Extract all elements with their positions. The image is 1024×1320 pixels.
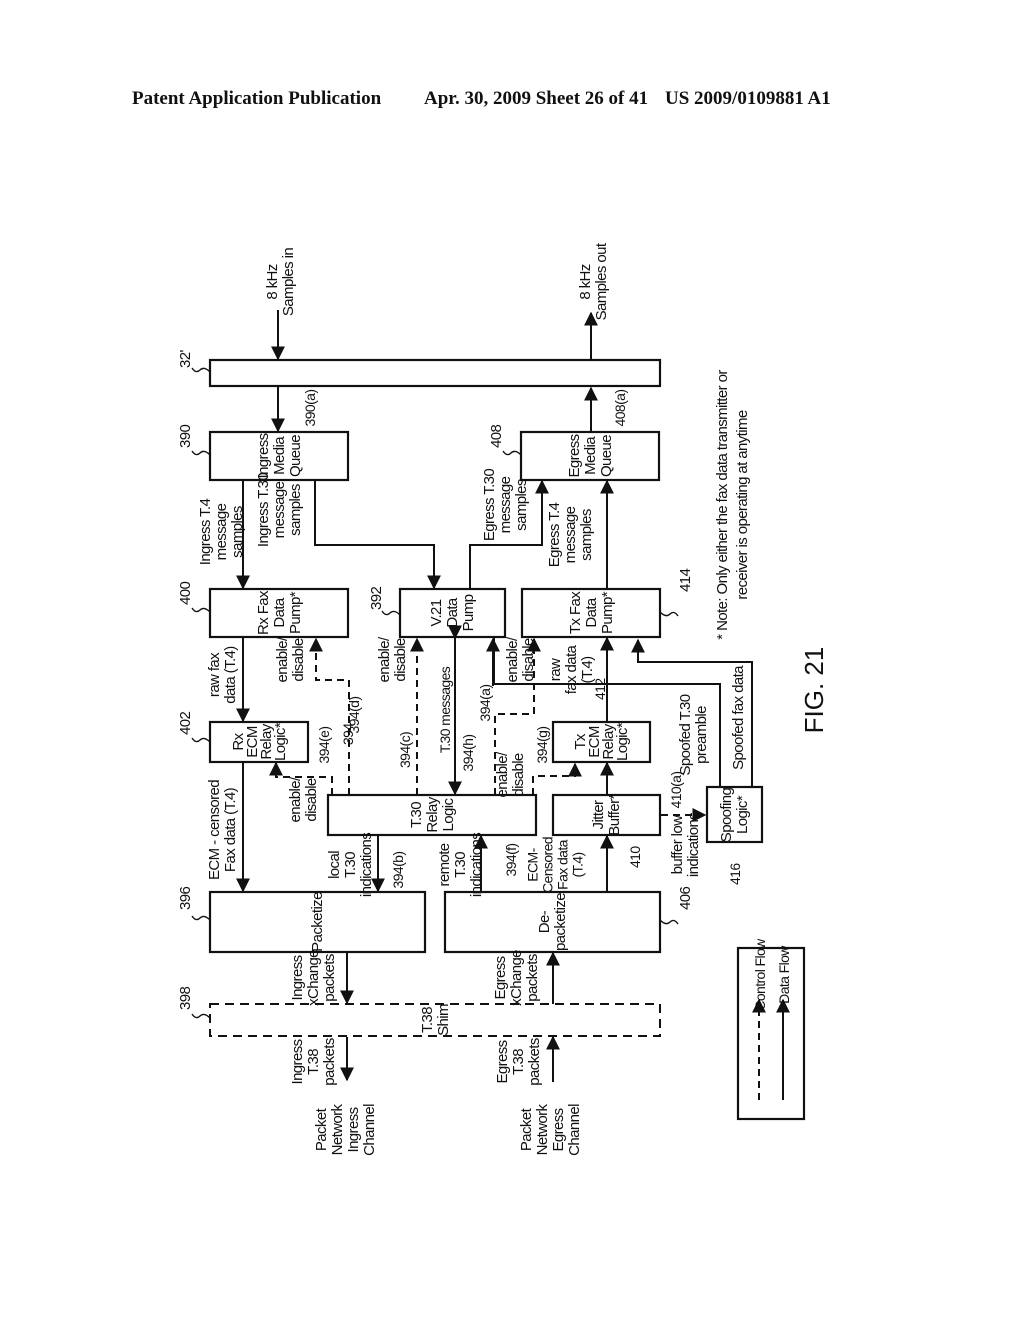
- leader-392: [381, 610, 401, 616]
- label-remote-t30: remoteT.30indications: [436, 833, 485, 897]
- legend-data-flow: Data Flow: [776, 945, 792, 1004]
- ref-416: 416: [727, 863, 743, 885]
- label-ingress-t30: Ingress T.30messagesamples: [255, 473, 304, 547]
- fig-21-diagram: IngressMediaQueue EgressMediaQueueRx FaxD…: [177, 242, 829, 1156]
- ref-402: 402: [177, 712, 194, 735]
- label-ingress-t38: IngressT.38packets: [289, 1038, 338, 1086]
- label-samples-out: 8 kHzSamples out: [577, 242, 610, 320]
- leader-408: [502, 450, 522, 456]
- label-packet-network-ingress: PacketNetworkIngressChannel: [313, 1103, 378, 1155]
- ctrl-394d: [309, 637, 350, 795]
- label-394e: 394(e): [316, 727, 332, 764]
- ref-390: 390: [177, 425, 194, 448]
- label-ingress-media-queue: IngressMediaQueue: [255, 433, 304, 478]
- label-enable-disable-tx: enable/disable: [504, 636, 537, 682]
- note-text: * Note: Only either the fax data transmi…: [714, 370, 751, 640]
- label-394h: 394(h): [460, 735, 476, 772]
- legend-box: [736, 946, 806, 1121]
- label-390a: 390(a): [302, 390, 318, 427]
- label-t38-shim: T.38Shim: [419, 1004, 452, 1036]
- ctrl-394g: [532, 762, 582, 795]
- label-394g: 394(g): [534, 727, 550, 764]
- label-394b: 394(b): [390, 852, 406, 889]
- ref-32: 32': [177, 350, 194, 368]
- label-394c: 394(c): [397, 732, 413, 768]
- ref-398: 398: [177, 987, 194, 1010]
- leader-396: [191, 915, 211, 921]
- ref-410: 410: [627, 846, 643, 868]
- label-raw-fax-rx: raw faxdata (T.4): [206, 646, 239, 704]
- ref-392: 392: [368, 587, 385, 610]
- label-spoofed-preamble: Spoofed T.30preamble: [677, 694, 710, 775]
- legend-control-flow: Control Flow: [752, 938, 768, 1011]
- label-ingress-t4: Ingress T.4messagesamples: [197, 498, 246, 565]
- label-egress-t38: EgressT.38packets: [494, 1038, 543, 1086]
- leader-398: [191, 1013, 211, 1019]
- label-394f: 394(f): [503, 844, 519, 877]
- label-ecm-censored: ECM - censoredFax data (T.4): [206, 780, 239, 880]
- label-enable-disable-tx-ecm: enable/disable: [494, 751, 527, 797]
- label-egress-xchange: EgressxChangepackets: [492, 950, 541, 1006]
- label-410a: 410(a): [668, 772, 684, 809]
- label-394a: 394(a): [477, 685, 493, 722]
- label-ecm-censored-2: ECM-CensoredFax data(T.4): [525, 837, 586, 893]
- leader-406: [659, 919, 679, 925]
- leader-414: [659, 611, 679, 617]
- label-v21-data-pump: V.21DataPump: [428, 594, 477, 631]
- ref-414: 414: [677, 569, 694, 592]
- label-packet-network-egress: PacketNetworkEgressChannel: [518, 1103, 583, 1155]
- label-raw-fax-tx: rawfax data(T.4): [547, 644, 596, 694]
- leader-390: [191, 450, 211, 456]
- label-local-t30: localT.30indications: [326, 833, 375, 897]
- figure-label: FIG. 21: [799, 647, 829, 734]
- label-enable-disable-rx-ecm: enable/disable: [287, 776, 320, 822]
- arrow-ingress-t30: [314, 481, 441, 590]
- ref-408: 408: [488, 425, 505, 448]
- label-egress-t30: Egress T.30messagesamples: [481, 469, 530, 542]
- leader-32: [191, 367, 211, 373]
- ref-400: 400: [177, 582, 194, 605]
- label-enable-disable-v21: enable/disable: [376, 636, 409, 682]
- label-394d: 394(d): [346, 697, 362, 734]
- label-spoofed-fax: Spoofed fax data: [730, 665, 747, 770]
- label-408a: 408(a): [612, 390, 628, 427]
- label-egress-t4: Egress T.4messagesamples: [546, 502, 595, 567]
- label-enable-disable-rx: enable/disable: [274, 636, 307, 682]
- leader-400: [191, 607, 211, 613]
- label-packetize: Packetize: [309, 892, 326, 952]
- ref-396: 396: [177, 887, 194, 910]
- ref-406: 406: [677, 887, 694, 910]
- leader-402: [191, 737, 211, 743]
- label-samples-in: 8 kHzSamples in: [264, 248, 297, 316]
- label-egress-media-queue: EgressMediaQueue: [566, 434, 615, 477]
- label-t30-messages: T.30 messages: [437, 666, 453, 753]
- label-buffer-low: buffer lowindications: [669, 813, 702, 877]
- label-ingress-xchange: IngressxChangepackets: [289, 950, 338, 1006]
- block-32: [208, 358, 662, 388]
